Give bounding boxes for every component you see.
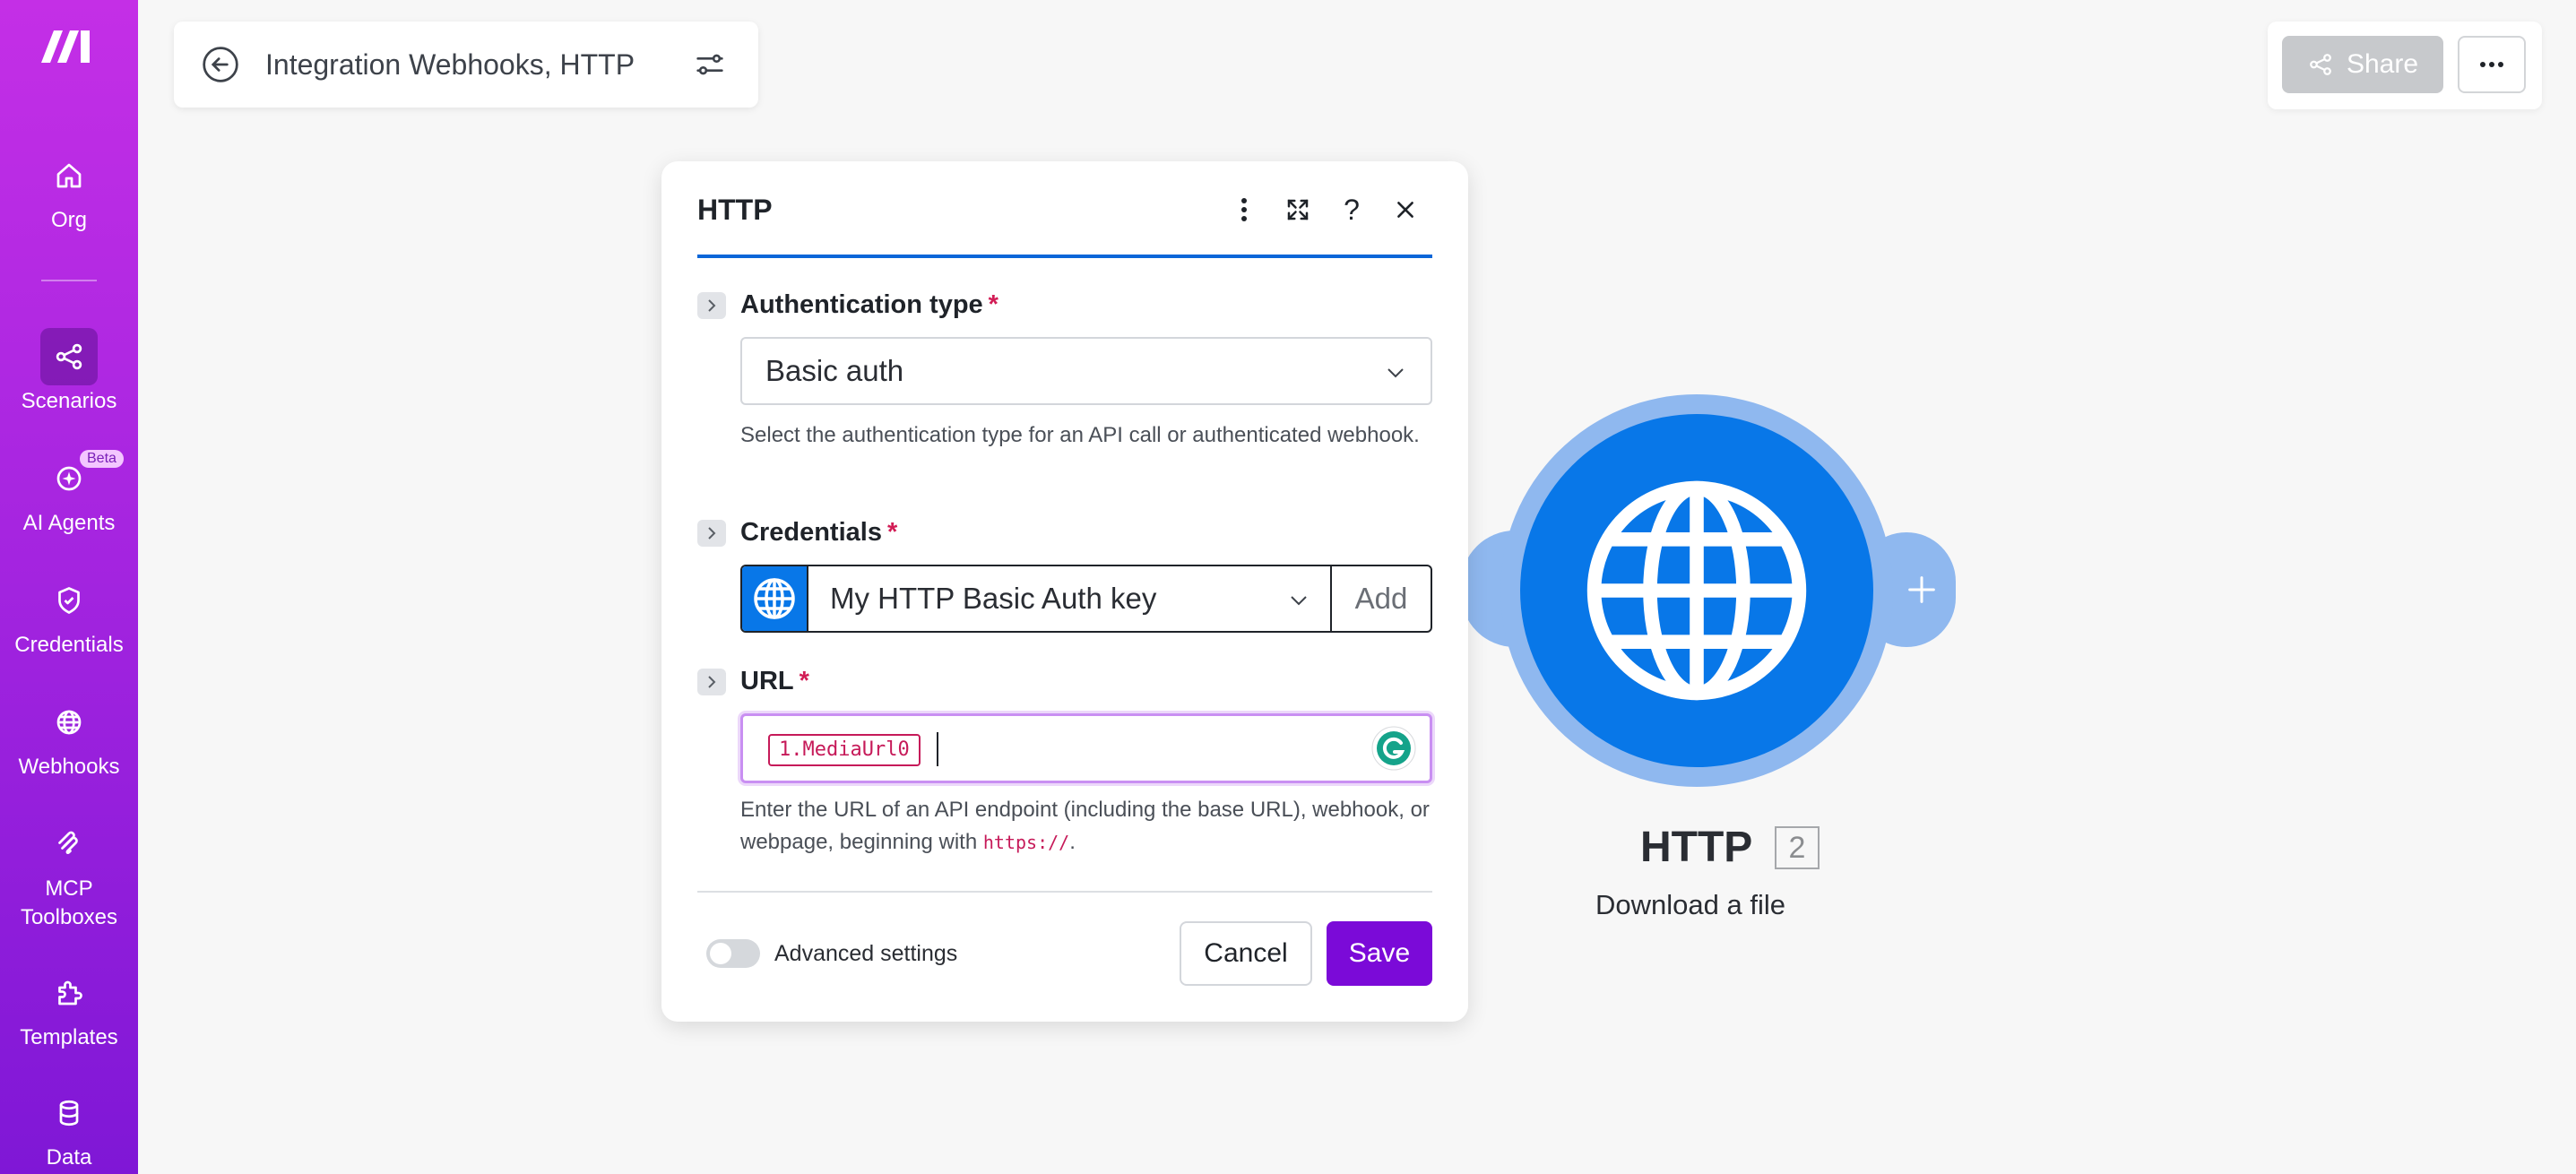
chevron-right-icon xyxy=(708,299,716,312)
cancel-button[interactable]: Cancel xyxy=(1180,921,1312,986)
plus-icon xyxy=(1908,576,1935,603)
http-module-dialog: HTTP ? Authentication type * Basic auth S… xyxy=(661,161,1468,1022)
sidebar-item-label: Org xyxy=(50,208,87,232)
url-input[interactable]: 1.MediaUrl0 xyxy=(740,713,1432,783)
credentials-field: My HTTP Basic Auth key Add xyxy=(740,565,1432,633)
chevron-down-icon xyxy=(1387,368,1404,378)
auth-type-value: Basic auth xyxy=(765,354,904,387)
credentials-label-text: Credentials xyxy=(740,518,882,547)
module-title: HTTP xyxy=(1640,824,1753,871)
scenario-title[interactable]: Integration Webhooks, HTTP xyxy=(265,47,635,82)
share-button[interactable]: Share xyxy=(2282,36,2443,93)
sidebar-item-label: Webhooks xyxy=(18,755,120,779)
mapped-variable-pill[interactable]: 1.MediaUrl0 xyxy=(768,734,921,766)
home-icon xyxy=(40,147,98,204)
vertical-ellipsis-icon xyxy=(1241,198,1247,221)
kebab-menu-button[interactable] xyxy=(1226,192,1262,228)
sidebar-item-scenarios[interactable]: Scenarios xyxy=(0,328,138,416)
make-logo[interactable] xyxy=(38,23,97,68)
globe-icon xyxy=(1586,480,1807,701)
url-label-text: URL xyxy=(740,667,794,695)
sidebar: Org Scenarios Beta AI Agents Credentials… xyxy=(0,0,138,1174)
auth-type-label-text: Authentication type xyxy=(740,290,983,319)
add-credential-button[interactable]: Add xyxy=(1332,566,1431,631)
shield-check-icon xyxy=(40,572,98,629)
share-icon xyxy=(2310,54,2331,75)
sidebar-item-webhooks[interactable]: Webhooks xyxy=(0,694,138,781)
auth-type-label: Authentication type * xyxy=(740,289,998,321)
chevron-down-icon xyxy=(1291,596,1307,606)
chevron-right-icon xyxy=(708,527,716,540)
text-caret xyxy=(937,732,938,766)
chevron-right-icon xyxy=(708,676,716,688)
share-label: Share xyxy=(2346,49,2419,79)
more-options-button[interactable] xyxy=(2458,36,2526,93)
credential-globe-icon xyxy=(742,566,808,631)
ellipsis-icon xyxy=(2480,62,2503,67)
dialog-title: HTTP xyxy=(697,194,773,226)
sidebar-item-credentials[interactable]: Credentials xyxy=(0,572,138,660)
globe-icon xyxy=(40,694,98,751)
share-nodes-icon xyxy=(40,328,98,385)
scenario-header: Integration Webhooks, HTTP xyxy=(174,22,758,108)
beta-badge: Beta xyxy=(80,450,124,468)
expand-button[interactable] xyxy=(1280,192,1316,228)
sidebar-item-data[interactable]: Data xyxy=(0,1084,138,1172)
credentials-value: My HTTP Basic Auth key xyxy=(830,582,1157,615)
sidebar-item-label: Credentials xyxy=(14,633,124,657)
sidebar-item-label: Templates xyxy=(20,1025,118,1049)
url-help: Enter the URL of an API endpoint (includ… xyxy=(740,794,1431,859)
save-button[interactable]: Save xyxy=(1327,921,1432,986)
required-mark: * xyxy=(799,667,809,695)
close-button[interactable] xyxy=(1387,192,1423,228)
url-help-text: Enter the URL of an API endpoint (includ… xyxy=(740,798,1430,854)
sidebar-item-label: AI Agents xyxy=(22,511,116,535)
sidebar-item-label: Data xyxy=(46,1145,92,1170)
url-help-link: https:// xyxy=(982,832,1070,853)
sidebar-item-org[interactable]: Org xyxy=(0,147,138,235)
share-toolbar: Share xyxy=(2268,22,2542,109)
auth-type-help: Select the authentication type for an AP… xyxy=(740,423,1420,447)
back-arrow-icon[interactable] xyxy=(201,45,240,84)
dialog-title-underline xyxy=(697,255,1432,258)
auth-type-select[interactable]: Basic auth xyxy=(740,337,1432,405)
credentials-label: Credentials * xyxy=(740,516,897,548)
http-module[interactable] xyxy=(1520,414,1873,767)
sidebar-item-ai-agents[interactable]: Beta AI Agents xyxy=(0,450,138,538)
grammarly-icon[interactable] xyxy=(1370,725,1417,772)
required-mark: * xyxy=(988,290,998,319)
credentials-expand-toggle[interactable] xyxy=(697,520,726,547)
sidebar-item-label: MCP Toolboxes xyxy=(20,876,118,929)
module-subtitle: Download a file xyxy=(1595,889,1785,920)
sliders-icon[interactable] xyxy=(692,47,728,82)
credentials-select[interactable]: My HTTP Basic Auth key xyxy=(808,566,1332,631)
dialog-divider xyxy=(697,891,1432,893)
sidebar-item-templates[interactable]: Templates xyxy=(0,964,138,1052)
module-number-badge: 2 xyxy=(1775,826,1820,869)
mcp-icon xyxy=(40,816,98,873)
database-icon xyxy=(40,1084,98,1142)
sidebar-item-mcp-toolboxes[interactable]: MCP Toolboxes xyxy=(0,816,138,932)
close-icon xyxy=(1397,202,1413,218)
puzzle-icon xyxy=(40,964,98,1022)
help-button[interactable]: ? xyxy=(1334,192,1370,228)
sidebar-item-label: Scenarios xyxy=(21,389,117,413)
url-label: URL * xyxy=(740,665,809,697)
advanced-settings-toggle[interactable] xyxy=(706,939,760,968)
url-help-suffix: . xyxy=(1069,830,1076,854)
expand-icon xyxy=(1287,199,1309,220)
question-mark-icon: ? xyxy=(1344,193,1360,226)
toggle-knob xyxy=(710,943,731,964)
required-mark: * xyxy=(886,518,898,547)
sidebar-divider xyxy=(41,280,97,281)
sparkle-icon: Beta xyxy=(40,450,124,507)
url-expand-toggle[interactable] xyxy=(697,669,726,695)
auth-type-expand-toggle[interactable] xyxy=(697,292,726,319)
advanced-settings-label: Advanced settings xyxy=(774,941,958,966)
